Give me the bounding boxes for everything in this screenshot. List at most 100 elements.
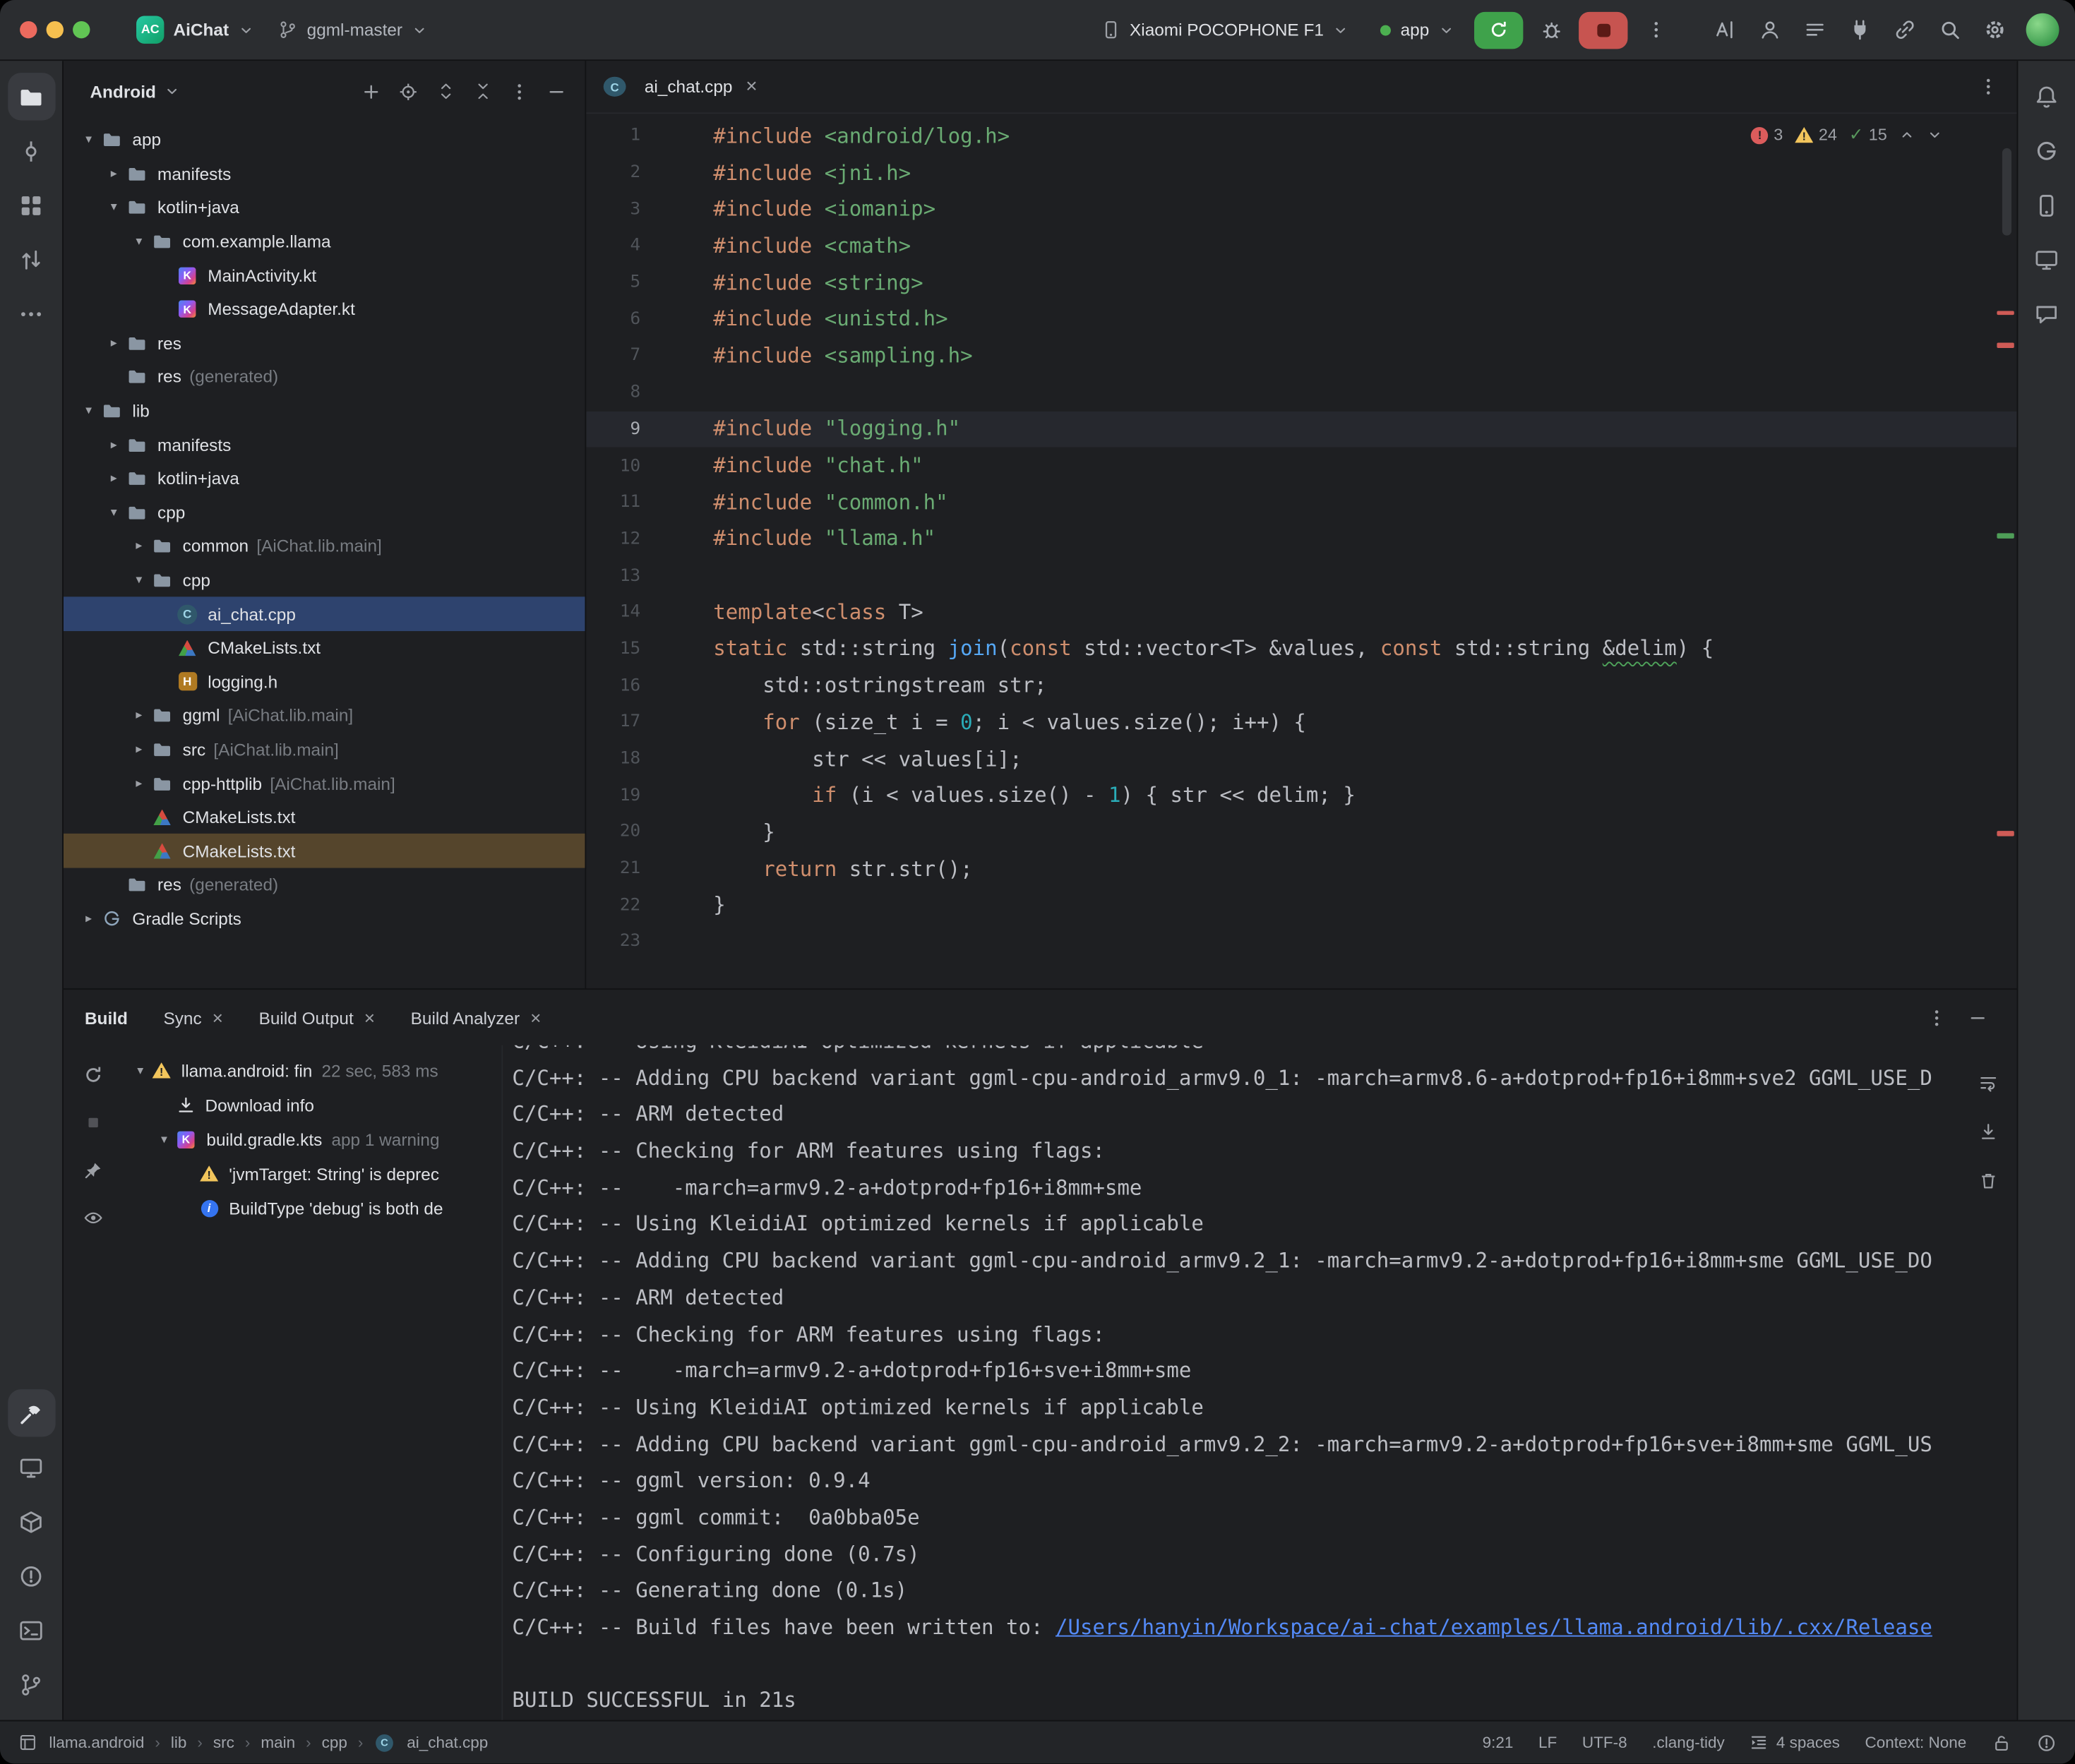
- chevron-right-icon[interactable]: ▸: [127, 776, 151, 791]
- tree-item-messageadapter-kt[interactable]: KMessageAdapter.kt: [64, 292, 585, 326]
- rerun-build-button[interactable]: [77, 1058, 109, 1090]
- code-line[interactable]: 19 if (i < values.size() - 1) { str << d…: [586, 777, 2016, 814]
- code-line[interactable]: 17 for (size_t i = 0; i < values.size();…: [586, 704, 2016, 740]
- task-list-button[interactable]: [1795, 10, 1834, 49]
- editor-tab-ai-chat-cpp[interactable]: C ai_chat.cpp ×: [586, 61, 775, 112]
- tree-item-res[interactable]: res(generated): [64, 868, 585, 902]
- code-line[interactable]: 18 str << values[i];: [586, 740, 2016, 777]
- tree-item-mainactivity-kt[interactable]: KMainActivity.kt: [64, 258, 585, 292]
- build-tree-item-build-gradle-kts[interactable]: ▾Kbuild.gradle.ktsapp 1 warning: [121, 1122, 501, 1156]
- filter-button[interactable]: [77, 1201, 109, 1233]
- tree-item-cmakelists-txt[interactable]: CMakeLists.txt: [64, 800, 585, 834]
- problems-button[interactable]: [7, 1552, 54, 1600]
- minimize-window-button[interactable]: [47, 21, 64, 38]
- breadcrumb-item[interactable]: main: [261, 1733, 295, 1751]
- code-line[interactable]: 11#include "common.h": [586, 484, 2016, 521]
- build-tab-build-analyzer[interactable]: Build Analyzer×: [411, 1007, 542, 1028]
- code-line[interactable]: 21 return str.str();: [586, 851, 2016, 887]
- build-tab-sync[interactable]: Sync×: [163, 1007, 223, 1028]
- tree-item-ai-chat-cpp[interactable]: Cai_chat.cpp: [64, 597, 585, 631]
- code-line[interactable]: 23: [586, 924, 2016, 961]
- tree-item-cpp[interactable]: ▾cpp: [64, 496, 585, 529]
- passed-count[interactable]: ✓ 15: [1849, 124, 1887, 145]
- tree-item-common[interactable]: ▸common[AiChat.lib.main]: [64, 529, 585, 563]
- caret-position-widget[interactable]: 9:21: [1483, 1733, 1514, 1751]
- code-line[interactable]: 15static std::string join(const std::vec…: [586, 630, 2016, 667]
- scroll-to-end-button[interactable]: [1972, 1115, 2004, 1147]
- project-button[interactable]: [7, 73, 54, 120]
- device-manager-button[interactable]: [2023, 181, 2070, 229]
- chevron-right-icon[interactable]: ▸: [127, 539, 151, 554]
- breadcrumb-item[interactable]: cpp: [322, 1733, 347, 1751]
- stop-button[interactable]: [1579, 11, 1627, 48]
- editor-options-button[interactable]: [1969, 68, 2006, 105]
- chevron-down-icon[interactable]: ▾: [77, 404, 101, 419]
- code-line[interactable]: 10#include "chat.h": [586, 448, 2016, 484]
- tree-item-lib[interactable]: ▾lib: [64, 394, 585, 428]
- close-tab-icon[interactable]: ×: [364, 1007, 375, 1028]
- build-output-link[interactable]: /Users/hanyin/Workspace/ai-chat/examples…: [1056, 1616, 1932, 1640]
- debug-button[interactable]: [1531, 10, 1571, 49]
- tree-item-cpp-httplib[interactable]: ▸cpp-httplib[AiChat.lib.main]: [64, 767, 585, 800]
- run-options-button[interactable]: [1636, 10, 1675, 49]
- app-quality-insights-button[interactable]: [2023, 289, 2070, 337]
- code-line[interactable]: 4#include <cmath>: [586, 228, 2016, 265]
- tree-item-kotlin-java[interactable]: ▸kotlin+java: [64, 462, 585, 496]
- code-line[interactable]: 3#include <iomanip>: [586, 191, 2016, 228]
- code-line[interactable]: 8: [586, 374, 2016, 411]
- code-line[interactable]: 2#include <jni.h>: [586, 155, 2016, 191]
- tree-item-com-example-llama[interactable]: ▾com.example.llama: [64, 224, 585, 258]
- text-actions-button[interactable]: [1704, 10, 1744, 49]
- inspections-widget[interactable]: ! 3 ! 24 ✓ 15: [1751, 124, 1942, 145]
- tree-item-gradle-scripts[interactable]: ▸Gradle Scripts: [64, 902, 585, 936]
- tree-item-cmakelists-txt[interactable]: CMakeLists.txt: [64, 631, 585, 665]
- chevron-right-icon[interactable]: ▸: [127, 742, 151, 757]
- tree-item-manifests[interactable]: ▸manifests: [64, 428, 585, 462]
- running-devices-button[interactable]: [2023, 236, 2070, 283]
- build-tree-item-download-info[interactable]: Download info: [121, 1088, 501, 1122]
- gradle-button[interactable]: [2023, 127, 2070, 174]
- select-opened-file-button[interactable]: [390, 73, 426, 109]
- clear-all-button[interactable]: [1972, 1164, 2004, 1196]
- code-line[interactable]: 9#include "logging.h": [586, 411, 2016, 448]
- run-configuration-selector[interactable]: app: [1369, 13, 1466, 47]
- hide-build-button[interactable]: [1960, 1000, 1996, 1036]
- chevron-down-icon[interactable]: ▾: [77, 133, 101, 148]
- chevron-right-icon[interactable]: ▸: [127, 709, 151, 724]
- app-inspection-button[interactable]: [7, 1498, 54, 1545]
- chevron-right-icon[interactable]: ▸: [102, 438, 126, 452]
- add-button[interactable]: [353, 73, 389, 109]
- build-console[interactable]: C/C++: -- Using KleidiAI optimized kerne…: [501, 1045, 2016, 1720]
- breadcrumb-item[interactable]: llama.android: [49, 1733, 144, 1751]
- tree-item-manifests[interactable]: ▸manifests: [64, 157, 585, 191]
- tree-item-kotlin-java[interactable]: ▾kotlin+java: [64, 191, 585, 224]
- editor-scrollbar[interactable]: [2002, 148, 2011, 236]
- user-avatar[interactable]: [2026, 13, 2059, 47]
- project-widget[interactable]: AC AiChat: [124, 9, 265, 50]
- panel-options-button[interactable]: [501, 73, 537, 109]
- tree-item-cpp[interactable]: ▾cpp: [64, 563, 585, 597]
- chevron-down-icon[interactable]: ▾: [127, 234, 151, 249]
- build-tree-item-jvmtarget-string-is-deprec[interactable]: !'jvmTarget: String' is deprec: [121, 1156, 501, 1191]
- code-line[interactable]: 14template<class T>: [586, 594, 2016, 630]
- code-line[interactable]: 22}: [586, 887, 2016, 924]
- hide-panel-button[interactable]: [539, 73, 575, 109]
- code-line[interactable]: 13: [586, 558, 2016, 594]
- window-layout-icon[interactable]: [18, 1733, 37, 1751]
- close-tab-icon[interactable]: ×: [213, 1007, 223, 1028]
- build-options-button[interactable]: [1919, 1000, 1955, 1036]
- breadcrumb-item[interactable]: ai_chat.cpp: [407, 1733, 488, 1751]
- chevron-down-icon[interactable]: ▾: [130, 1063, 151, 1078]
- code-line[interactable]: 7#include <sampling.h>: [586, 337, 2016, 374]
- error-count[interactable]: ! 3: [1751, 126, 1783, 144]
- close-window-button[interactable]: [20, 21, 37, 38]
- chevron-down-icon[interactable]: ▾: [102, 200, 126, 215]
- device-selector[interactable]: Xiaomi POCOPHONE F1: [1089, 13, 1361, 47]
- code-line[interactable]: 12#include "llama.h": [586, 521, 2016, 558]
- tree-item-src[interactable]: ▸src[AiChat.lib.main]: [64, 733, 585, 767]
- breadcrumb-item[interactable]: lib: [171, 1733, 187, 1751]
- tree-item-res[interactable]: ▸res: [64, 326, 585, 360]
- clang-tidy-widget[interactable]: .clang-tidy: [1652, 1733, 1725, 1751]
- notifications-button[interactable]: [2023, 73, 2070, 120]
- search-button[interactable]: [1930, 10, 1969, 49]
